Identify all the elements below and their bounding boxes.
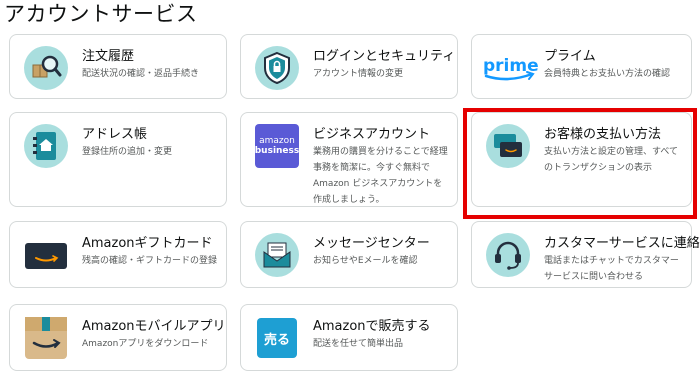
card-title: 注文履歴 xyxy=(82,49,135,64)
amazon-app-icon xyxy=(23,315,69,361)
card-description: 会員特典とお支払い方法の確認 xyxy=(544,69,671,79)
page-title: アカウントサービス xyxy=(4,2,198,26)
card-description: 配送状況の確認・返品手続き xyxy=(82,69,200,79)
card-order-history[interactable]: 注文履歴 配送状況の確認・返品手続き xyxy=(9,34,227,99)
card-title: Amazonギフトカード xyxy=(82,236,213,251)
card-message-center[interactable]: メッセージセンター お知らせやEメールを確認 xyxy=(240,221,458,288)
shield-lock-icon xyxy=(254,45,300,91)
card-customer-service[interactable]: カスタマーサービスに連絡 電話またはチャットでカスタマー サービスに問い合わせる xyxy=(471,221,700,288)
card-gift-card[interactable]: Amazonギフトカード 残高の確認・ギフトカードの登録 xyxy=(9,221,227,288)
card-description: 残高の確認・ギフトカードの登録 xyxy=(82,256,218,266)
card-login-security[interactable]: ログインとセキュリティ アカウント情報の変更 xyxy=(240,34,458,99)
card-description: お知らせやEメールを確認 xyxy=(313,256,418,266)
address-book-icon xyxy=(23,123,69,169)
card-business-account[interactable]: amazon business ビジネスアカウント 業務用の購買を分けることで経… xyxy=(240,112,458,207)
envelope-icon xyxy=(254,232,300,278)
card-description: 配送を任せて簡単出品 xyxy=(313,339,404,349)
package-search-icon xyxy=(23,45,69,91)
card-title: お客様の支払い方法 xyxy=(544,127,662,142)
card-payment-methods[interactable]: お客様の支払い方法 支払い方法と設定の管理、すべて のトランザクションの表示 xyxy=(471,112,692,207)
card-title: アドレス帳 xyxy=(82,127,148,142)
payment-cards-icon xyxy=(485,123,531,169)
gift-card-icon xyxy=(23,232,69,278)
card-address-book[interactable]: アドレス帳 登録住所の追加・変更 xyxy=(9,112,227,207)
card-mobile-app[interactable]: Amazonモバイルアプリ Amazonアプリをダウンロード xyxy=(9,304,227,371)
card-title: ビジネスアカウント xyxy=(313,127,431,142)
headset-icon xyxy=(485,232,531,278)
card-title: プライム xyxy=(544,49,596,64)
card-prime[interactable]: prime プライム 会員特典とお支払い方法の確認 xyxy=(471,34,692,99)
card-description: 電話またはチャットでカスタマー サービスに問い合わせる xyxy=(544,256,679,282)
card-title: Amazonで販売する xyxy=(313,319,431,334)
sell-on-amazon-icon: 売る xyxy=(254,315,300,361)
card-description: 支払い方法と設定の管理、すべて のトランザクションの表示 xyxy=(544,147,679,173)
card-title: ログインとセキュリティ xyxy=(313,49,456,64)
card-description: 登録住所の追加・変更 xyxy=(82,147,173,157)
card-description: アカウント情報の変更 xyxy=(313,69,404,79)
card-description: 業務用の購買を分けることで経理 事務を簡潔に。今すぐ無料で Amazon ビジネ… xyxy=(313,147,448,205)
card-sell-on-amazon[interactable]: 売る Amazonで販売する 配送を任せて簡単出品 xyxy=(240,304,458,371)
card-title: Amazonモバイルアプリ xyxy=(82,319,226,334)
card-title: メッセージセンター xyxy=(313,236,430,251)
card-title: カスタマーサービスに連絡 xyxy=(544,236,700,251)
prime-logo-icon: prime xyxy=(482,45,538,91)
card-description: Amazonアプリをダウンロード xyxy=(82,339,209,349)
amazon-business-icon: amazon business xyxy=(254,123,300,169)
